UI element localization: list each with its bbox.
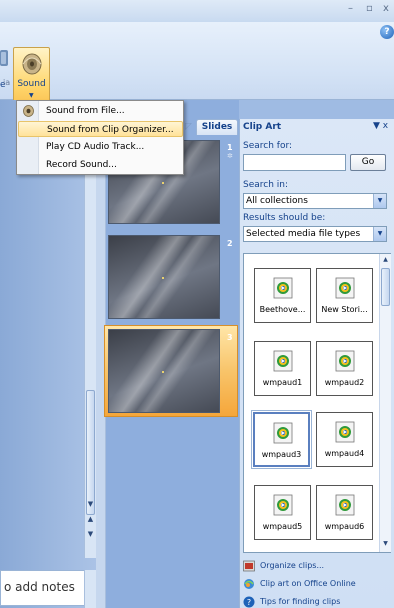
organize-clips-label: Organize clips... [260, 561, 325, 570]
results-scrollbar[interactable]: ▲ ▼ [379, 254, 391, 552]
tips-label: Tips for finding clips [260, 597, 341, 606]
clip-item-label: wmpaud6 [324, 522, 365, 531]
clip-item-label: wmpaud5 [262, 522, 303, 531]
minimize-button[interactable]: – [348, 3, 353, 14]
clip-item-label: wmpaud4 [324, 449, 365, 458]
chevron-down-icon[interactable]: ▼ [373, 227, 386, 241]
slide-number-2: 2 [227, 239, 233, 248]
clip-item[interactable]: New Stori... [316, 268, 373, 323]
clip-item-selected[interactable]: wmpaud3 [251, 410, 312, 469]
next-slide-icon[interactable]: ▼ [85, 530, 96, 541]
clip-item-label: New Stori... [321, 305, 368, 314]
search-in-select[interactable]: All collections ▼ [243, 193, 387, 209]
chevron-down-icon[interactable]: ▼ [373, 194, 386, 208]
media-file-icon [273, 350, 293, 372]
previous-slide-icon[interactable]: ▲ [85, 515, 96, 526]
slide-thumbnail-3[interactable] [108, 329, 220, 413]
scroll-down-icon[interactable]: ▼ [85, 500, 96, 511]
partial-group-label: ia [3, 78, 11, 87]
scroll-up-icon[interactable]: ▲ [381, 256, 390, 266]
slide-dot [162, 371, 164, 373]
speaker-icon [23, 105, 34, 117]
search-input[interactable] [243, 154, 346, 171]
window-titlebar: – ▫ x [0, 0, 394, 22]
notes-placeholder[interactable]: o add notes [4, 580, 75, 594]
organize-icon [243, 560, 255, 572]
menu-item-label: Play CD Audio Track... [46, 142, 145, 152]
sound-button-label: Sound [17, 79, 46, 89]
menu-item-sound-from-file[interactable]: Sound from File... [18, 103, 183, 119]
menu-item-sound-from-clip-organizer[interactable]: Sound from Clip Organizer... [18, 121, 183, 137]
slide-thumbnail-2[interactable] [108, 235, 220, 319]
speaker-icon [22, 53, 42, 75]
clip-art-pane: Clip Art ▼ x Search for: Go Search in: A… [239, 119, 394, 608]
menu-item-label: Record Sound... [46, 160, 117, 170]
scroll-down-icon[interactable]: ▼ [381, 540, 390, 550]
clip-item-label: Beethove... [259, 305, 306, 314]
media-file-icon [335, 350, 355, 372]
partial-ribbon-icon[interactable] [0, 48, 10, 68]
clip-art-title: Clip Art [243, 122, 282, 132]
ribbon: e Sound ▼ [0, 22, 394, 119]
media-file-icon [273, 494, 293, 516]
media-file-icon [335, 494, 355, 516]
clip-item[interactable]: wmpaud1 [254, 341, 311, 396]
notes-pane[interactable]: o add notes [0, 570, 88, 606]
clip-item[interactable]: Beethove... [254, 268, 311, 323]
menu-item-label: Sound from Clip Organizer... [47, 125, 174, 135]
sound-dropdown-menu: Sound from File... Sound from Clip Organ… [16, 100, 184, 175]
go-button[interactable]: Go [350, 154, 386, 171]
results-should-be-label: Results should be: [243, 213, 326, 223]
notes-scrollbar[interactable] [84, 570, 96, 608]
search-for-label: Search for: [243, 141, 293, 151]
svg-text:?: ? [247, 598, 251, 607]
clip-item-label: wmpaud3 [261, 450, 302, 459]
chevron-down-icon: ▼ [29, 92, 34, 99]
pane-options-close-icon[interactable]: ▼ x [373, 121, 388, 131]
media-file-icon [335, 277, 355, 299]
clip-item[interactable]: wmpaud2 [316, 341, 373, 396]
results-type-select[interactable]: Selected media file types ▼ [243, 226, 387, 242]
media-file-icon [273, 422, 293, 444]
close-button[interactable]: x [383, 3, 389, 14]
slide-dot [162, 277, 164, 279]
search-in-value: All collections [246, 196, 308, 206]
editor-scroll-thumb[interactable] [86, 390, 95, 515]
clip-item[interactable]: wmpaud4 [316, 412, 373, 467]
results-type-value: Selected media file types [246, 229, 361, 239]
clip-item[interactable]: wmpaud5 [254, 485, 311, 540]
maximize-button[interactable]: ▫ [366, 3, 373, 14]
help-icon: ? [243, 596, 255, 608]
help-button[interactable]: ? [380, 25, 394, 39]
menu-item-play-cd-audio-track[interactable]: Play CD Audio Track... [18, 139, 183, 155]
menu-item-label: Sound from File... [46, 106, 125, 116]
slide-number-1: 1 [227, 143, 233, 152]
slide-number-3: 3 [227, 333, 233, 342]
slide-transition-icon: ✲ [227, 152, 233, 160]
clip-results-grid[interactable]: ▲ ▼ Beethove... New Stori... wmpaud1 wmp… [243, 253, 391, 553]
search-in-label: Search in: [243, 180, 289, 190]
clip-item-label: wmpaud2 [324, 378, 365, 387]
clip-art-online-label: Clip art on Office Online [260, 579, 356, 588]
media-file-icon [335, 421, 355, 443]
clip-item[interactable]: wmpaud6 [316, 485, 373, 540]
slide-editing-area[interactable] [0, 100, 96, 608]
office-online-icon [244, 579, 254, 589]
tab-slides[interactable]: Slides [196, 119, 238, 135]
slide-dot [162, 182, 164, 184]
media-file-icon [273, 277, 293, 299]
results-scroll-thumb[interactable] [381, 268, 390, 306]
editor-scrollbar[interactable]: ▼ ▲ ▼ [84, 160, 96, 558]
clip-item-label: wmpaud1 [262, 378, 303, 387]
menu-item-record-sound[interactable]: Record Sound... [18, 157, 183, 173]
